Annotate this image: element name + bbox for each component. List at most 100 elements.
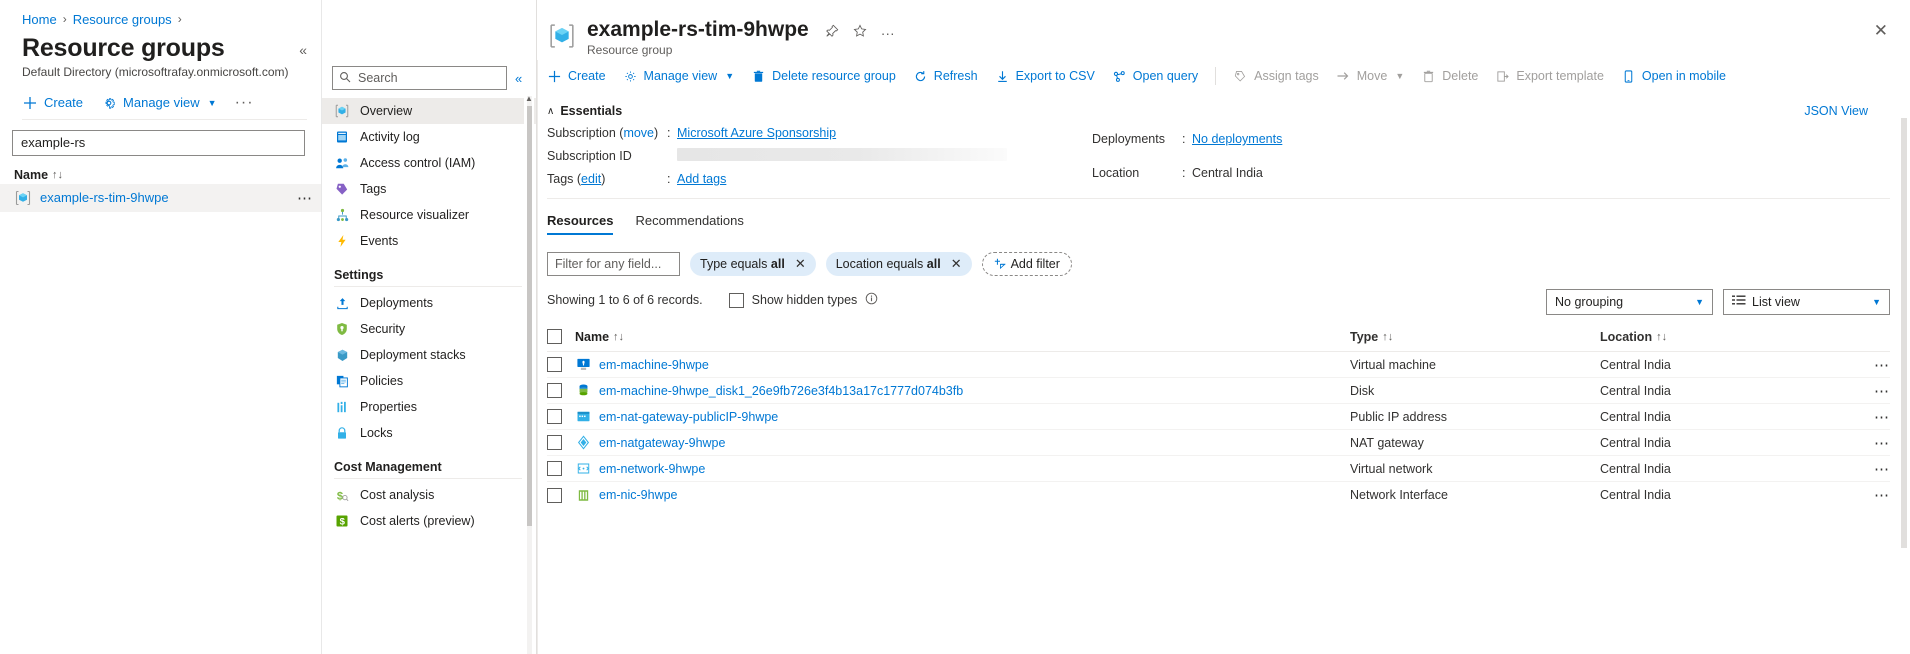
breadcrumb-home[interactable]: Home [22,12,57,27]
table-row[interactable]: em-machine-9hwpe Virtual machine Central… [547,352,1890,378]
nav-item-events[interactable]: Events [322,228,536,254]
subscription-move-link[interactable]: move [623,126,654,140]
row-name-link[interactable]: em-nat-gateway-publicIP-9hwpe [599,410,778,424]
column-header-name[interactable]: Name ↑↓ [575,330,1350,344]
pin-icon[interactable] [825,24,839,41]
toolbar-delete-resource-group-button[interactable]: Delete resource group [751,69,896,84]
row-context-menu-icon[interactable]: ⋯ [1850,356,1890,374]
toolbar-manage-view-button[interactable]: Manage view ▼ [623,69,734,84]
essentials-toggle[interactable]: ∧ Essentials [547,104,1890,118]
nav-collapse-icon[interactable]: « [515,71,522,86]
table-row[interactable]: em-machine-9hwpe_disk1_26e9fb726e3f4b13a… [547,378,1890,404]
create-button[interactable]: Create [22,95,83,111]
close-icon[interactable]: ✕ [1874,22,1888,39]
manage-view-button[interactable]: Manage view ▼ [101,95,217,111]
row-context-menu-icon[interactable]: ⋯ [1850,486,1890,504]
nav-item-deployment-stacks[interactable]: Deployment stacks [322,342,536,368]
main-scrollbar[interactable] [1900,118,1908,654]
subscription-value-link[interactable]: Microsoft Azure Sponsorship [677,126,836,140]
star-icon[interactable] [853,24,867,41]
toolbar-open-query-button[interactable]: Open query [1112,69,1198,84]
more-ellipsis-icon[interactable]: ··· [881,25,895,41]
select-all-checkbox-cell[interactable] [547,329,575,344]
nav-search-box[interactable] [332,66,507,90]
nav-item-overview[interactable]: Overview [322,98,536,124]
row-context-menu-icon[interactable]: ⋯ [1850,460,1890,478]
row-checkbox-cell[interactable] [547,435,575,450]
toolbar-assign-tags-button[interactable]: Assign tags [1233,69,1319,84]
row-checkbox[interactable] [547,487,562,503]
no-deployments-link[interactable]: No deployments [1192,132,1282,146]
nav-item-policies[interactable]: Policies [322,368,536,394]
row-context-menu-icon[interactable]: ⋯ [1850,382,1890,400]
filter-pill-location[interactable]: Location equals all ✕ [825,252,972,276]
row-checkbox[interactable] [547,357,562,372]
row-context-menu-icon[interactable]: ⋯ [1850,408,1890,426]
resource-groups-filter-input[interactable] [12,129,305,156]
resource-group-list-item[interactable]: example-rs-tim-9hwpe ⋯ [0,183,321,212]
nav-scrollbar-thumb[interactable] [527,106,532,526]
filter-pill-location-close-icon[interactable]: ✕ [951,256,962,272]
table-row[interactable]: em-natgateway-9hwpe NAT gateway Central … [547,430,1890,456]
show-hidden-types-toggle[interactable]: Show hidden types [728,292,879,308]
nav-item-locks[interactable]: Locks [322,420,536,446]
row-context-menu-icon[interactable]: ⋯ [297,189,313,207]
toolbar-export-csv-button[interactable]: Export to CSV [995,69,1095,84]
row-checkbox-cell[interactable] [547,487,575,503]
nav-item-resource-visualizer[interactable]: Resource visualizer [322,202,536,228]
tags-edit-link[interactable]: edit [581,172,601,186]
scroll-up-arrow-icon[interactable]: ▲ [525,94,533,103]
table-row[interactable]: em-nic-9hwpe Network Interface Central I… [547,482,1890,508]
nav-item-cost-alerts[interactable]: $ Cost alerts (preview) [322,508,536,534]
row-checkbox-cell[interactable] [547,461,575,476]
row-name-link[interactable]: em-machine-9hwpe [599,358,709,372]
row-checkbox-cell[interactable] [547,357,575,372]
tab-resources[interactable]: Resources [547,213,614,235]
row-checkbox[interactable] [547,409,562,424]
toolbar-export-template-button[interactable]: Export template [1495,69,1604,84]
toolbar-create-button[interactable]: Create [547,69,606,84]
nav-search-input[interactable] [356,70,500,86]
column-header-type[interactable]: Type ↑↓ [1350,330,1600,344]
row-context-menu-icon[interactable]: ⋯ [1850,434,1890,452]
row-checkbox-cell[interactable] [547,383,575,398]
toolbar-delete-button[interactable]: Delete [1421,69,1478,84]
grouping-dropdown[interactable]: No grouping ▼ [1546,289,1713,315]
row-name-link[interactable]: em-natgateway-9hwpe [599,436,725,450]
json-view-link[interactable]: JSON View [1804,104,1868,118]
filter-pill-type-close-icon[interactable]: ✕ [795,256,806,272]
select-all-checkbox[interactable] [547,329,562,344]
main-scrollbar-thumb[interactable] [1901,118,1907,548]
filter-pill-type[interactable]: Type equals all ✕ [690,252,816,276]
nav-item-properties[interactable]: Properties [322,394,536,420]
show-hidden-types-checkbox[interactable] [728,292,744,308]
row-checkbox-cell[interactable] [547,409,575,424]
nav-item-cost-analysis[interactable]: $ Cost analysis [322,482,536,508]
row-checkbox[interactable] [547,461,562,476]
row-name-link[interactable]: em-machine-9hwpe_disk1_26e9fb726e3f4b13a… [599,384,963,398]
nav-item-access-control[interactable]: Access control (IAM) [322,150,536,176]
nav-item-activity-log[interactable]: Activity log [322,124,536,150]
info-icon[interactable] [865,292,878,308]
nav-item-deployments[interactable]: Deployments [322,290,536,316]
nav-scrollbar[interactable]: ▲ [524,94,534,654]
row-name-link[interactable]: em-network-9hwpe [599,462,705,476]
row-checkbox[interactable] [547,383,562,398]
toolbar-refresh-button[interactable]: Refresh [913,69,978,84]
resource-group-list-item-name[interactable]: example-rs-tim-9hwpe [40,190,297,205]
view-mode-dropdown[interactable]: List view ▼ [1723,289,1890,315]
table-row[interactable]: em-nat-gateway-publicIP-9hwpe Public IP … [547,404,1890,430]
resource-groups-column-header[interactable]: Name ↑↓ [0,156,321,184]
toolbar-move-button[interactable]: Move ▼ [1336,69,1404,84]
toolbar-open-in-mobile-button[interactable]: Open in mobile [1621,69,1726,84]
chevron-double-left-icon[interactable]: « [299,42,307,58]
add-filter-button[interactable]: Add filter [981,252,1072,276]
column-header-location[interactable]: Location ↑↓ [1600,330,1850,344]
nav-item-security[interactable]: Security [322,316,536,342]
nav-item-tags[interactable]: Tags [322,176,536,202]
breadcrumb-resource-groups[interactable]: Resource groups [73,12,172,27]
table-row[interactable]: em-network-9hwpe Virtual network Central… [547,456,1890,482]
tab-recommendations[interactable]: Recommendations [635,213,743,235]
add-tags-link[interactable]: Add tags [677,172,726,186]
row-checkbox[interactable] [547,435,562,450]
